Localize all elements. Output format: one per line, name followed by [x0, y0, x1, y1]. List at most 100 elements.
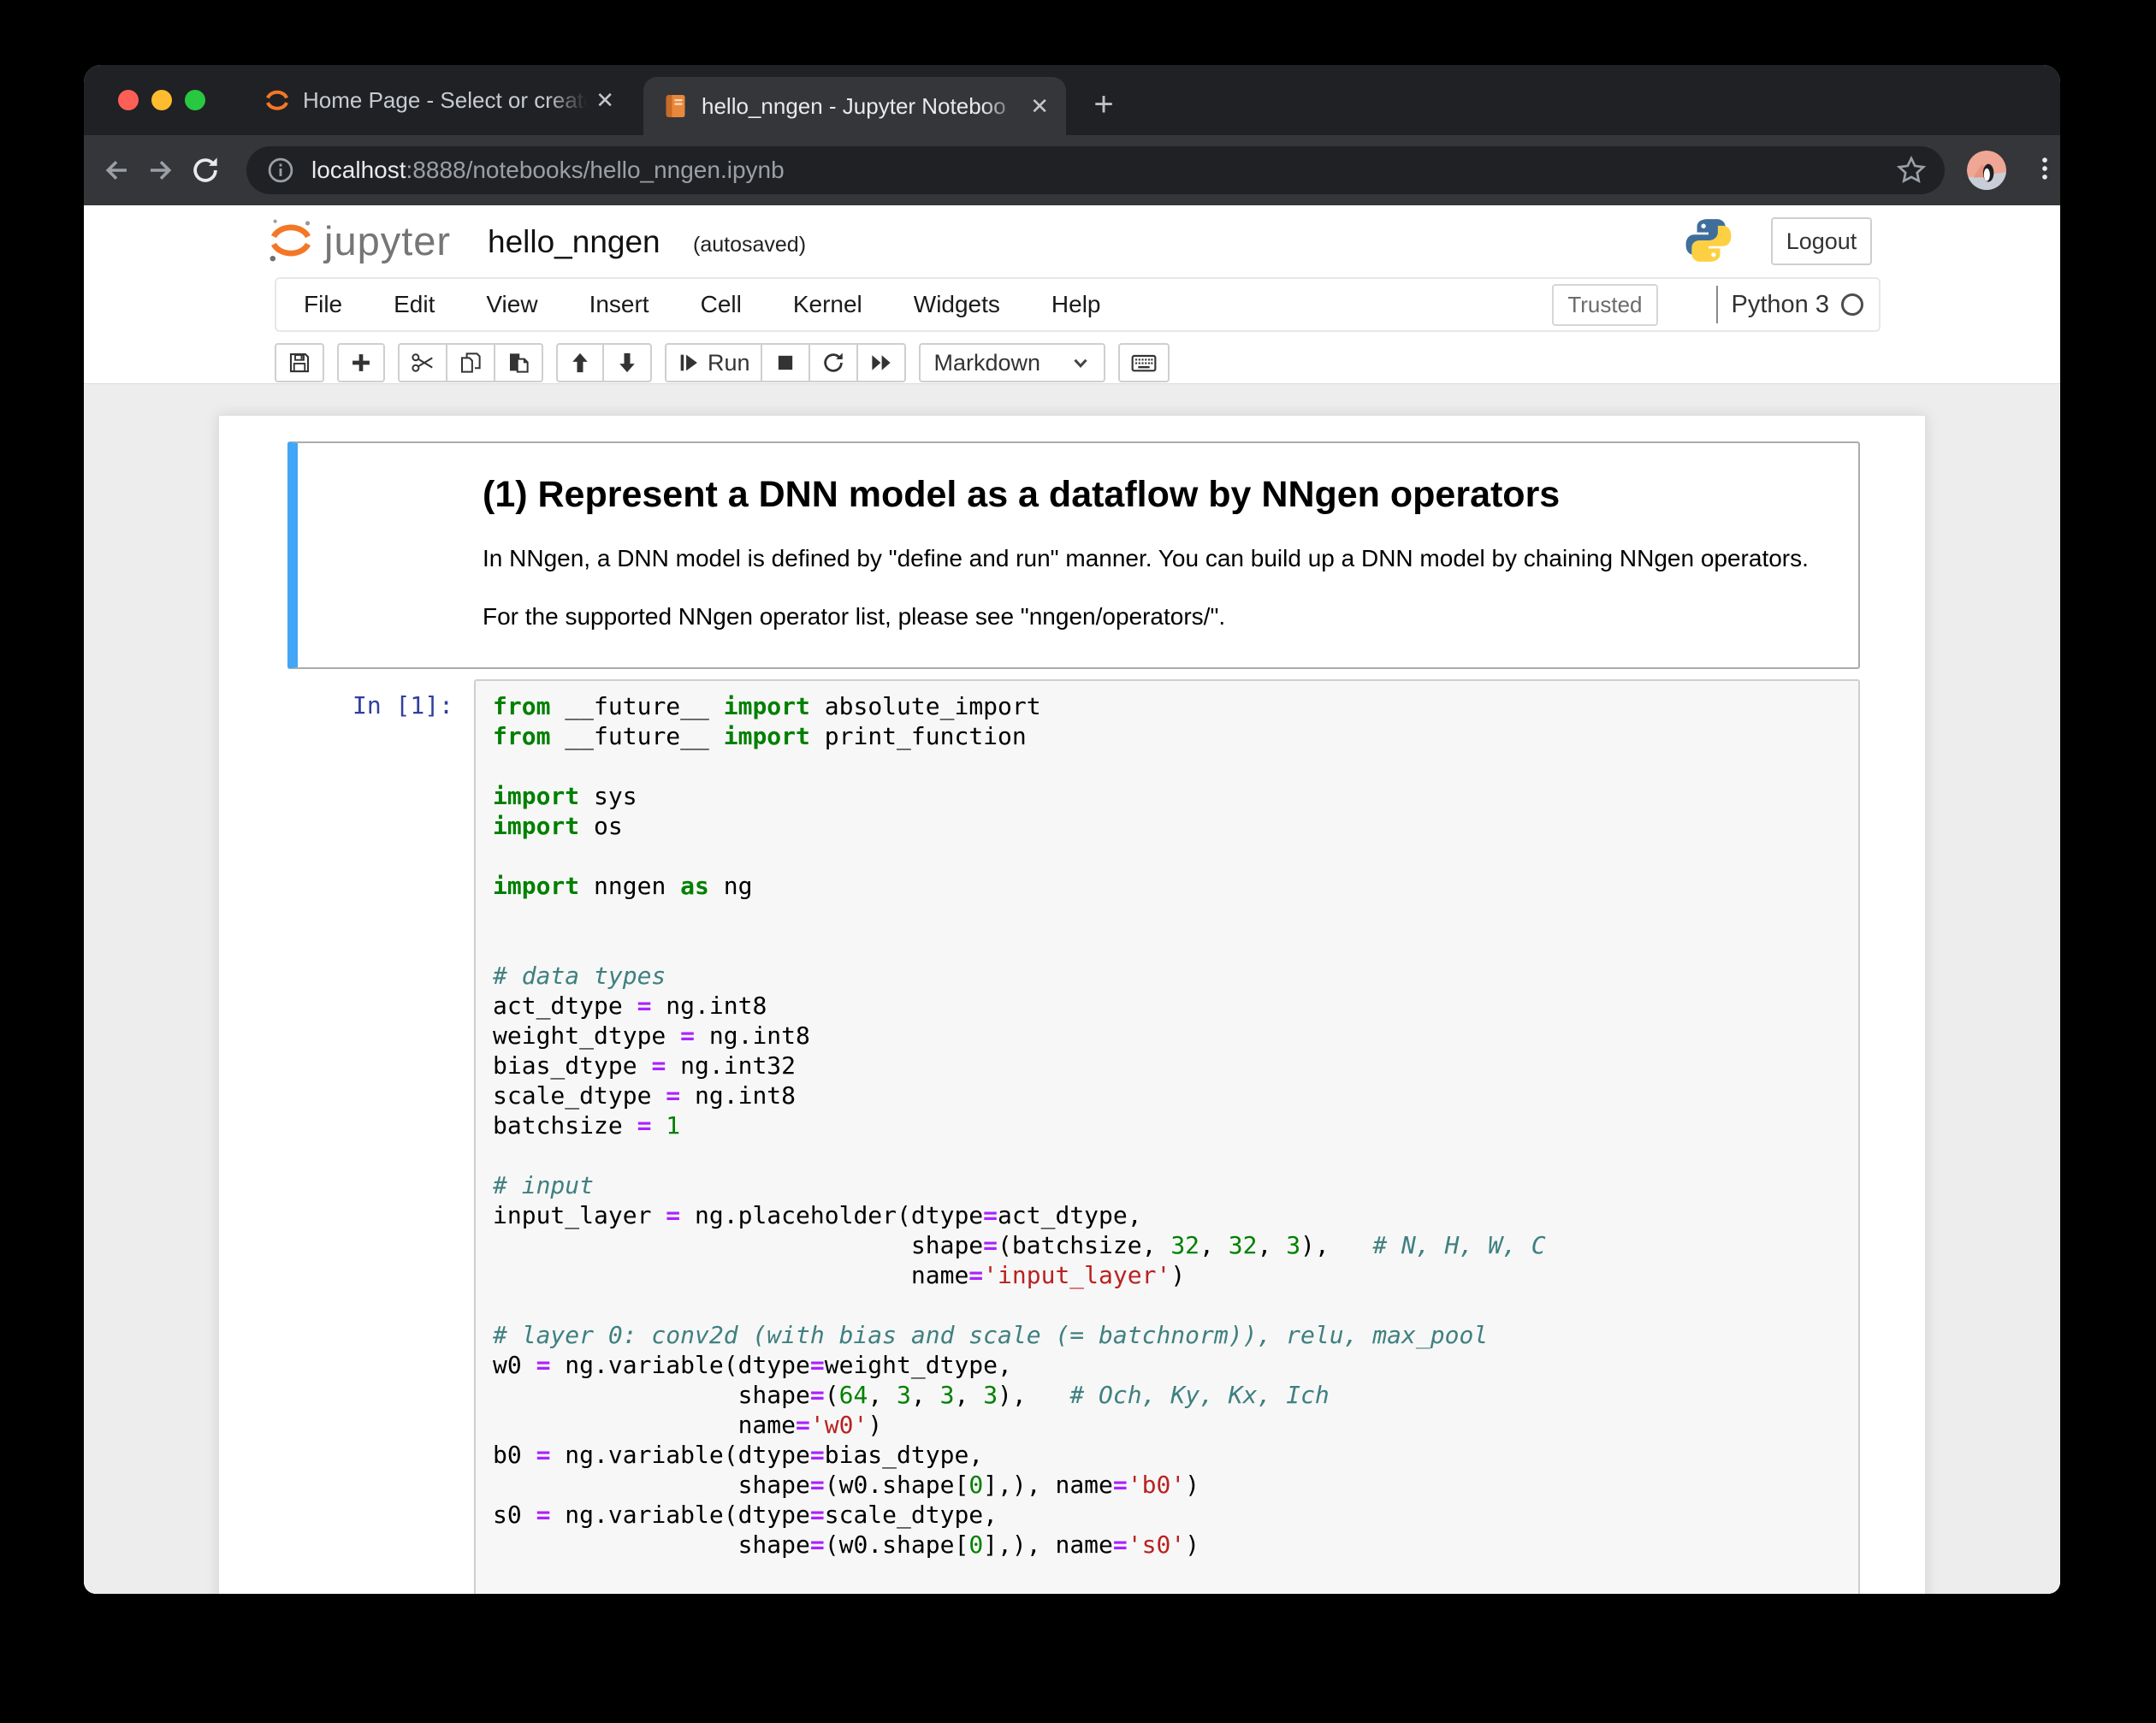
url-bar[interactable]: localhost:8888/notebooks/hello_nngen.ipy…: [246, 146, 1945, 194]
notebook-container: (1) Represent a DNN model as a dataflow …: [218, 415, 1926, 1594]
bookmark-star-icon[interactable]: [1895, 154, 1928, 187]
code-line: scale_dtype = ng.int8: [493, 1081, 1850, 1110]
code-line: from __future__ import absolute_import: [493, 691, 1850, 721]
notebook-book-favicon: [662, 92, 690, 120]
window-minimize-button[interactable]: [151, 90, 172, 110]
restart-kernel-button[interactable]: [810, 343, 858, 382]
code-line: act_dtype = ng.int8: [493, 991, 1850, 1021]
tab-close-icon[interactable]: ✕: [1022, 77, 1066, 135]
menubar: File Edit View Insert Cell Kernel Widget…: [275, 277, 1881, 332]
site-info-icon[interactable]: [265, 155, 296, 186]
code-line: shape=(64, 3, 3, 3), # Och, Ky, Kx, Ich: [493, 1380, 1850, 1410]
back-button[interactable]: [94, 148, 139, 192]
url-text: localhost:8888/notebooks/hello_nngen.ipy…: [311, 157, 1895, 184]
browser-navbar: localhost:8888/notebooks/hello_nngen.ipy…: [84, 135, 2060, 205]
interrupt-kernel-button[interactable]: [762, 343, 810, 382]
logout-button[interactable]: Logout: [1771, 217, 1872, 265]
code-line: shape=(w0.shape[0],), name='s0'): [493, 1530, 1850, 1560]
cell-type-value: Markdown: [934, 350, 1041, 376]
window-controls: [84, 65, 205, 135]
code-line: [493, 931, 1850, 961]
menu-cell[interactable]: Cell: [701, 291, 742, 318]
copy-cell-button[interactable]: [447, 343, 495, 382]
menu-file[interactable]: File: [304, 291, 342, 318]
code-line: [493, 1560, 1850, 1590]
reload-button[interactable]: [183, 148, 228, 192]
code-line: [493, 1140, 1850, 1170]
tab-title: hello_nngen - Jupyter Noteboo: [702, 92, 1022, 121]
markdown-cell-selected[interactable]: (1) Represent a DNN model as a dataflow …: [287, 441, 1860, 669]
chrome-menu-icon[interactable]: [2030, 154, 2059, 187]
python-logo: [1684, 216, 1733, 269]
code-line: import sys: [493, 781, 1850, 811]
menu-help[interactable]: Help: [1051, 291, 1101, 318]
code-line: # input: [493, 1170, 1850, 1200]
divider: [1716, 286, 1718, 323]
markdown-paragraph: For the supported NNgen operator list, p…: [483, 602, 1824, 631]
browser-tabstrip: Home Page - Select or create a ✕ hello_n…: [84, 65, 2060, 135]
markdown-paragraph: In NNgen, a DNN model is defined by "def…: [483, 544, 1824, 573]
jupyter-logo[interactable]: jupyter: [266, 216, 451, 265]
menus: File Edit View Insert Cell Kernel Widget…: [276, 291, 1101, 318]
screenshot: Home Page - Select or create a ✕ hello_n…: [0, 0, 2156, 1723]
menu-kernel[interactable]: Kernel: [793, 291, 862, 318]
restart-run-all-button[interactable]: [858, 343, 906, 382]
code-line: s0 = ng.variable(dtype=scale_dtype,: [493, 1500, 1850, 1530]
cut-cell-button[interactable]: [398, 343, 447, 382]
forward-button[interactable]: [139, 148, 183, 192]
browser-window: Home Page - Select or create a ✕ hello_n…: [84, 65, 2060, 1594]
trusted-badge[interactable]: Trusted: [1552, 284, 1657, 326]
jupyter-wordmark: jupyter: [324, 217, 451, 264]
save-button[interactable]: [275, 343, 324, 382]
code-line: [493, 901, 1850, 931]
profile-avatar[interactable]: [1967, 151, 2006, 190]
kernel-status-area: Trusted Python 3: [1552, 284, 1879, 326]
menu-edit[interactable]: Edit: [394, 291, 435, 318]
autosave-status: (autosaved): [693, 233, 806, 258]
notebook-title[interactable]: hello_nngen: [488, 224, 660, 260]
notebook-toolbar: Run Markdown: [275, 342, 2060, 383]
jupyter-logo-favicon: [264, 86, 291, 114]
window-close-button[interactable]: [118, 90, 139, 110]
code-line: batchsize = 1: [493, 1110, 1850, 1140]
code-line: weight_dtype = ng.int8: [493, 1021, 1850, 1051]
code-line: # layer 0: conv2d (with bias and scale (…: [493, 1320, 1850, 1350]
code-line: from __future__ import print_function: [493, 721, 1850, 751]
chevron-down-icon: [1069, 352, 1092, 374]
menu-view[interactable]: View: [486, 291, 537, 318]
input-prompt: In [1]:: [287, 679, 474, 719]
menu-insert[interactable]: Insert: [589, 291, 649, 318]
code-line: a0 = ng.conv2d(input_layer, w0,: [493, 1590, 1850, 1594]
notebook-body: (1) Represent a DNN model as a dataflow …: [84, 383, 2060, 1594]
code-line: bias_dtype = ng.int32: [493, 1051, 1850, 1081]
code-line: shape=(batchsize, 32, 32, 3), # N, H, W,…: [493, 1230, 1850, 1260]
paste-cell-button[interactable]: [495, 343, 543, 382]
browser-tab-home[interactable]: Home Page - Select or create a ✕: [245, 65, 631, 135]
jupyter-app: jupyter hello_nngen (autosaved) Logout F…: [84, 205, 2060, 1594]
browser-tab-notebook[interactable]: hello_nngen - Jupyter Noteboo ✕: [643, 77, 1066, 135]
command-palette-button[interactable]: [1118, 343, 1170, 382]
menu-widgets[interactable]: Widgets: [914, 291, 1000, 318]
code-line: shape=(w0.shape[0],), name='b0'): [493, 1470, 1850, 1500]
move-cell-up-button[interactable]: [556, 343, 604, 382]
tab-title: Home Page - Select or create a: [303, 86, 587, 115]
code-line: name='w0'): [493, 1410, 1850, 1440]
window-zoom-button[interactable]: [185, 90, 205, 110]
code-line: # data types: [493, 961, 1850, 991]
kernel-name: Python 3: [1732, 291, 1829, 319]
tab-close-icon[interactable]: ✕: [587, 71, 631, 129]
markdown-heading: (1) Represent a DNN model as a dataflow …: [483, 474, 1824, 515]
code-lines: from __future__ import absolute_importfr…: [493, 691, 1850, 1594]
cell-type-dropdown[interactable]: Markdown: [919, 343, 1105, 382]
code-line: [493, 841, 1850, 871]
keyboard-icon: [1130, 349, 1158, 376]
code-line: [493, 1290, 1850, 1320]
new-tab-button[interactable]: +: [1080, 80, 1128, 128]
move-cell-down-button[interactable]: [604, 343, 652, 382]
tab-title-fade: [548, 86, 587, 115]
code-line: import nngen as ng: [493, 871, 1850, 901]
code-input-area[interactable]: from __future__ import absolute_importfr…: [474, 679, 1860, 1594]
run-cell-button[interactable]: Run: [665, 343, 762, 382]
add-cell-button[interactable]: [337, 343, 385, 382]
code-line: b0 = ng.variable(dtype=bias_dtype,: [493, 1440, 1850, 1470]
